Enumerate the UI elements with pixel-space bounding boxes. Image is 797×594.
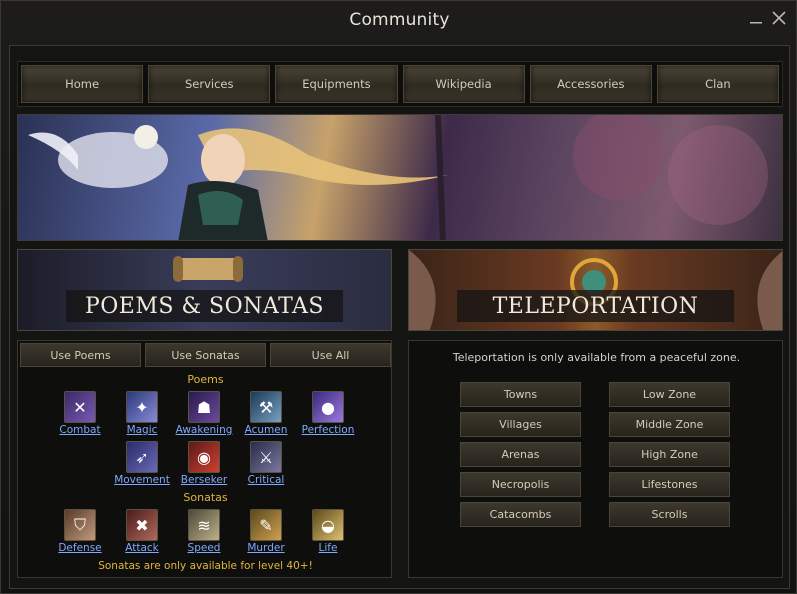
minimize-button[interactable] xyxy=(745,7,767,29)
skill-murder[interactable]: ✎ Murder xyxy=(236,509,296,554)
skill-label[interactable]: Murder xyxy=(247,542,284,554)
perfection-icon: ● xyxy=(312,391,344,423)
skill-magic[interactable]: ✦ Magic xyxy=(112,391,172,436)
skill-label[interactable]: Awakening xyxy=(176,424,233,436)
skill-label[interactable]: Acumen xyxy=(245,424,288,436)
teleport-low-zone-button[interactable]: Low Zone xyxy=(609,382,730,407)
skill-defense[interactable]: ⛉ Defense xyxy=(50,509,110,554)
murder-icon: ✎ xyxy=(250,509,282,541)
use-poems-button[interactable]: Use Poems xyxy=(20,343,141,367)
teleport-necropolis-button[interactable]: Necropolis xyxy=(460,472,581,497)
teleport-villages-button[interactable]: Villages xyxy=(460,412,581,437)
skill-label[interactable]: Defense xyxy=(58,542,101,554)
combat-icon: ✕ xyxy=(64,391,96,423)
teleport-lifestones-button[interactable]: Lifestones xyxy=(609,472,730,497)
skill-label[interactable]: Perfection xyxy=(302,424,355,436)
poems-sonatas-banner[interactable]: POEMS & SONATAS xyxy=(17,249,392,331)
teleport-scrolls-button[interactable]: Scrolls xyxy=(609,502,730,527)
skill-berseker[interactable]: ◉ Berseker xyxy=(174,441,234,486)
life-icon: ◒ xyxy=(312,509,344,541)
skill-attack[interactable]: ✖ Attack xyxy=(112,509,172,554)
close-button[interactable] xyxy=(768,7,790,29)
teleport-middle-zone-button[interactable]: Middle Zone xyxy=(609,412,730,437)
berseker-icon: ◉ xyxy=(188,441,220,473)
poems-heading: Poems xyxy=(187,373,224,386)
sonatas-heading: Sonatas xyxy=(183,491,228,504)
skill-label[interactable]: Berseker xyxy=(181,474,227,486)
teleport-high-zone-button[interactable]: High Zone xyxy=(609,442,730,467)
skill-awakening[interactable]: ☗ Awakening xyxy=(174,391,234,436)
teleportation-banner[interactable]: TELEPORTATION xyxy=(408,249,783,331)
teleport-towns-button[interactable]: Towns xyxy=(460,382,581,407)
attack-icon: ✖ xyxy=(126,509,158,541)
skill-label[interactable]: Attack xyxy=(125,542,159,554)
close-icon xyxy=(772,11,786,25)
skill-acumen[interactable]: ⚒ Acumen xyxy=(236,391,296,436)
sonatas-level-note: Sonatas are only available for level 40+… xyxy=(98,560,313,572)
skill-life[interactable]: ◒ Life xyxy=(298,509,358,554)
nav-bar: Home Services Equipments Wikipedia Acces… xyxy=(17,61,783,107)
acumen-icon: ⚒ xyxy=(250,391,282,423)
teleport-note: Teleportation is only available from a p… xyxy=(452,351,741,364)
skill-label[interactable]: Magic xyxy=(127,424,158,436)
use-buttons-row: Use Poems Use Sonatas Use All xyxy=(18,341,393,369)
hero-illustration xyxy=(28,115,768,240)
defense-icon: ⛉ xyxy=(64,509,96,541)
community-window: Community Home Services Equipments Wikip… xyxy=(0,0,797,594)
poems-sonatas-title: POEMS & SONATAS xyxy=(66,290,343,322)
critical-icon: ⚔ xyxy=(250,441,282,473)
nav-clan-button[interactable]: Clan xyxy=(656,65,780,103)
movement-icon: ➶ xyxy=(126,441,158,473)
nav-services-button[interactable]: Services xyxy=(148,65,271,103)
skill-perfection[interactable]: ● Perfection xyxy=(298,391,358,436)
speed-icon: ≋ xyxy=(188,509,220,541)
nav-wikipedia-button[interactable]: Wikipedia xyxy=(402,65,525,103)
poems-panel: Use Poems Use Sonatas Use All Poems ✕ Co… xyxy=(17,340,392,578)
magic-icon: ✦ xyxy=(126,391,158,423)
skill-label[interactable]: Combat xyxy=(59,424,100,436)
teleport-catacombs-button[interactable]: Catacombs xyxy=(460,502,581,527)
teleport-panel: Teleportation is only available from a p… xyxy=(408,340,783,578)
skill-critical[interactable]: ⚔ Critical xyxy=(236,441,296,486)
skill-label[interactable]: Critical xyxy=(248,474,285,486)
skill-label[interactable]: Life xyxy=(319,542,338,554)
skill-label[interactable]: Speed xyxy=(188,542,221,554)
minimize-icon xyxy=(750,22,762,24)
use-all-button[interactable]: Use All xyxy=(270,343,391,367)
teleportation-title: TELEPORTATION xyxy=(457,290,734,322)
title-bar: Community xyxy=(1,1,797,39)
skill-speed[interactable]: ≋ Speed xyxy=(174,509,234,554)
hero-banner-image xyxy=(17,114,783,241)
skill-label[interactable]: Movement xyxy=(114,474,170,486)
skill-movement[interactable]: ➶ Movement xyxy=(112,441,172,486)
teleport-arenas-button[interactable]: Arenas xyxy=(460,442,581,467)
skill-combat[interactable]: ✕ Combat xyxy=(50,391,110,436)
use-sonatas-button[interactable]: Use Sonatas xyxy=(145,343,266,367)
awakening-icon: ☗ xyxy=(188,391,220,423)
nav-accessories-button[interactable]: Accessories xyxy=(529,65,652,103)
nav-home-button[interactable]: Home xyxy=(21,65,144,103)
window-title: Community xyxy=(349,10,450,30)
nav-equipments-button[interactable]: Equipments xyxy=(275,65,398,103)
